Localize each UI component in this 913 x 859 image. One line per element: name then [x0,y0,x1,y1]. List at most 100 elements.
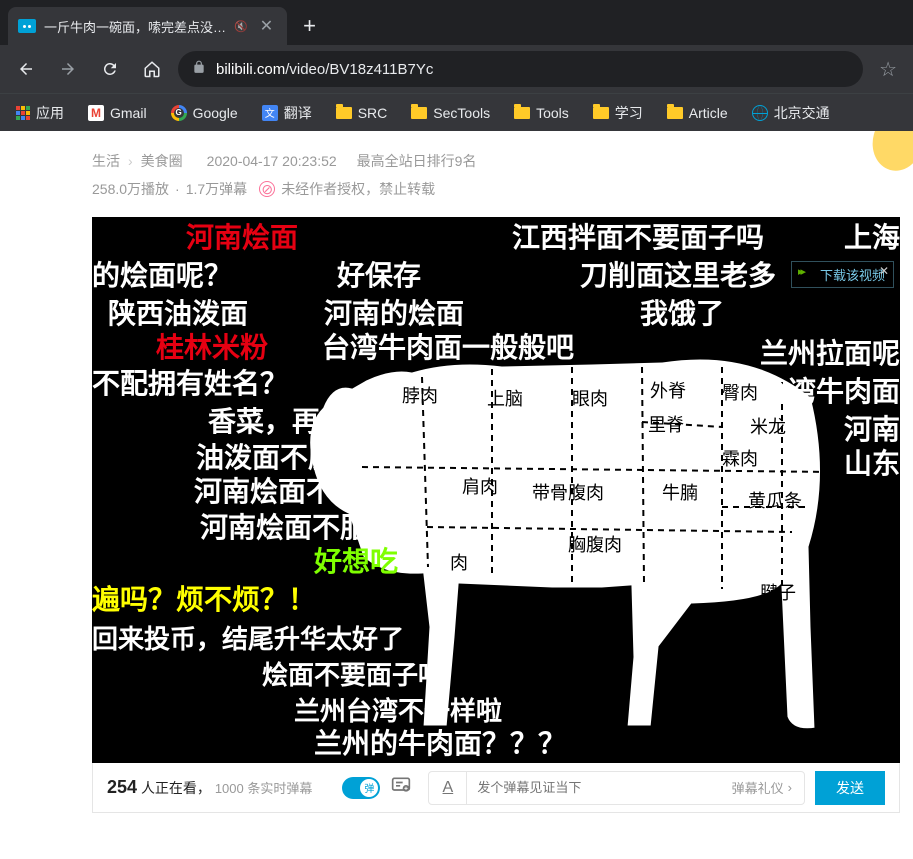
danmaku-settings-button[interactable] [390,775,412,800]
new-tab-button[interactable]: + [299,13,320,39]
cut-label: 米龙 [750,413,786,439]
bookmark-gmail[interactable]: MGmail [80,101,155,125]
danmaku-text: 台湾牛肉面 [760,377,900,408]
cut-label: 肩肉 [462,473,498,499]
danmaku-text: 河南 [844,415,900,446]
danmaku-text: 桂林米粉 [156,333,268,364]
danmaku-text: 河南的烩面 [324,299,464,330]
cut-label: 胸腹肉 [568,531,622,557]
folder-icon [514,107,530,119]
bookmark-folder-tools[interactable]: Tools [506,101,577,125]
close-icon[interactable]: ✕ [879,264,889,278]
danmaku-text: 不配拥有姓名？ [92,369,288,400]
back-button[interactable] [10,53,42,85]
bookmark-translate[interactable]: 文翻译 [254,99,320,127]
repost-text: 未经作者授权，禁止转载 [281,179,435,199]
tab-title: 一斤牛肉一碗面，嗦完差点没… [44,17,226,36]
bookmark-folder-article[interactable]: Article [659,101,736,125]
browser-tab-bar: 一斤牛肉一碗面，嗦完差点没… 🔇 ✕ + [0,0,913,45]
breadcrumb-category1[interactable]: 生活 [92,151,120,171]
player-toolbar: 254 人正在看， 1000 条实时弹幕 A 弹幕礼仪 › 发送 [92,763,900,813]
cut-label: 上脑 [487,385,523,411]
cut-label: 外脊 [650,377,686,403]
cut-label: 眼肉 [572,385,608,411]
danmaku-text: 的烩面呢？ [92,261,232,292]
rank-text: 最高全站日排行9名 [357,151,477,171]
address-bar[interactable]: bilibili.com/video/BV18z411B7Yc [178,51,863,87]
danmaku-count: 1.7万弹幕 [186,179,247,199]
folder-icon [411,107,427,119]
bilibili-favicon [18,19,36,33]
danmaku-text: 我饿了 [640,299,724,330]
watching-indicator: 254 人正在看， 1000 条实时弹幕 [107,777,312,798]
danmaku-text: 河南烩面不服 [200,513,368,544]
bookmark-bjjt[interactable]: 北京交通 [744,99,838,127]
tab-mute-icon[interactable]: 🔇 [234,20,248,33]
globe-icon [752,105,768,121]
video-player-container: 脖肉 上脑 眼肉 外脊 臀肉 里脊 米龙 霖肉 肩肉 带骨腹肉 牛腩 黄瓜条 胸… [92,217,900,813]
publish-time: 2020-04-17 20:23:52 [207,153,337,169]
danmaku-text: 遍吗？烦不烦？！ [92,585,316,616]
breadcrumb-category2[interactable]: 美食圈 [141,151,183,171]
danmaku-text: 陕西油泼面 [108,299,248,330]
danmaku-text: 兰州的牛肉面？？？ [314,729,566,760]
danmaku-text: 台湾牛肉面一般般吧 [322,333,574,364]
play-count: 258.0万播放 [92,179,169,199]
danmaku-input[interactable] [467,780,719,795]
danmaku-style-button[interactable]: A [429,772,467,804]
forward-button[interactable] [52,53,84,85]
danmaku-text: 河南烩面 [186,223,298,254]
folder-icon [593,107,609,119]
danmaku-text: 回来投币，结尾升华太好了 [92,625,404,654]
tab-close-button[interactable]: ✕ [256,16,277,36]
danmaku-etiquette-link[interactable]: 弹幕礼仪 › [720,778,804,797]
banner-decoration [853,131,913,181]
translate-icon: 文 [262,105,278,121]
reload-button[interactable] [94,53,126,85]
danmaku-text: 河南烩面不服 [194,477,362,508]
danmaku-text: 香菜，再见 [208,407,348,438]
url-text: bilibili.com/video/BV18z411B7Yc [216,61,433,78]
video-player[interactable]: 脖肉 上脑 眼肉 外脊 臀肉 里脊 米龙 霖肉 肩肉 带骨腹肉 牛腩 黄瓜条 胸… [92,217,900,763]
danmaku-text: 烩面不要面子吗 [262,661,444,690]
bookmark-folder-src[interactable]: SRC [328,101,396,125]
home-button[interactable] [136,53,168,85]
bookmark-folder-study[interactable]: 学习 [585,99,651,127]
bookmark-folder-sectools[interactable]: SecTools [403,101,498,125]
bookmark-star-button[interactable]: ☆ [873,57,903,82]
lock-icon [192,59,206,80]
danmaku-text: 油泼面不服 [196,443,336,474]
danmaku-text: 兰州拉面呢 [760,339,900,370]
cut-label: 牛腩 [662,479,698,505]
no-repost-icon [259,181,275,197]
cut-label: 肉 [450,549,468,575]
danmaku-text: 好想吃 [314,547,398,578]
folder-icon [336,107,352,119]
browser-tab-active[interactable]: 一斤牛肉一碗面，嗦完差点没… 🔇 ✕ [8,7,287,45]
danmaku-text: 山东 [844,449,900,480]
danmaku-input-wrap: A 弹幕礼仪 › [428,771,805,805]
danmaku-text: 江西拌面不要面子吗 [512,223,764,254]
cut-label: 臀肉 [722,379,758,405]
cut-label: 带骨腹肉 [532,479,604,505]
video-meta: 生活 › 美食圈 2020-04-17 20:23:52 最高全站日排行9名 2… [0,131,913,209]
download-badge[interactable]: 下载该视频 ✕ [791,261,894,288]
chevron-right-icon: › [128,153,133,169]
gmail-icon: M [88,105,104,121]
cut-label: 里脊 [648,411,684,437]
send-button[interactable]: 发送 [815,771,885,805]
folder-icon [667,107,683,119]
cut-label: 牛尾 [832,543,868,569]
google-icon: G [171,105,187,121]
page-content: 生活 › 美食圈 2020-04-17 20:23:52 最高全站日排行9名 2… [0,131,913,813]
cut-label: 黄瓜条 [748,487,802,513]
danmaku-text: 刀削面这里老多 [580,261,776,292]
bookmark-apps[interactable]: 应用 [8,99,72,127]
browser-nav-bar: bilibili.com/video/BV18z411B7Yc ☆ [0,45,913,93]
bookmarks-bar: 应用 MGmail GGoogle 文翻译 SRC SecTools Tools… [0,93,913,131]
danmaku-toggle[interactable] [342,777,380,799]
chevron-right-icon: › [788,780,792,795]
apps-icon [16,106,30,120]
danmaku-text: 兰州台湾不一样啦 [294,697,502,726]
bookmark-google[interactable]: GGoogle [163,101,246,125]
